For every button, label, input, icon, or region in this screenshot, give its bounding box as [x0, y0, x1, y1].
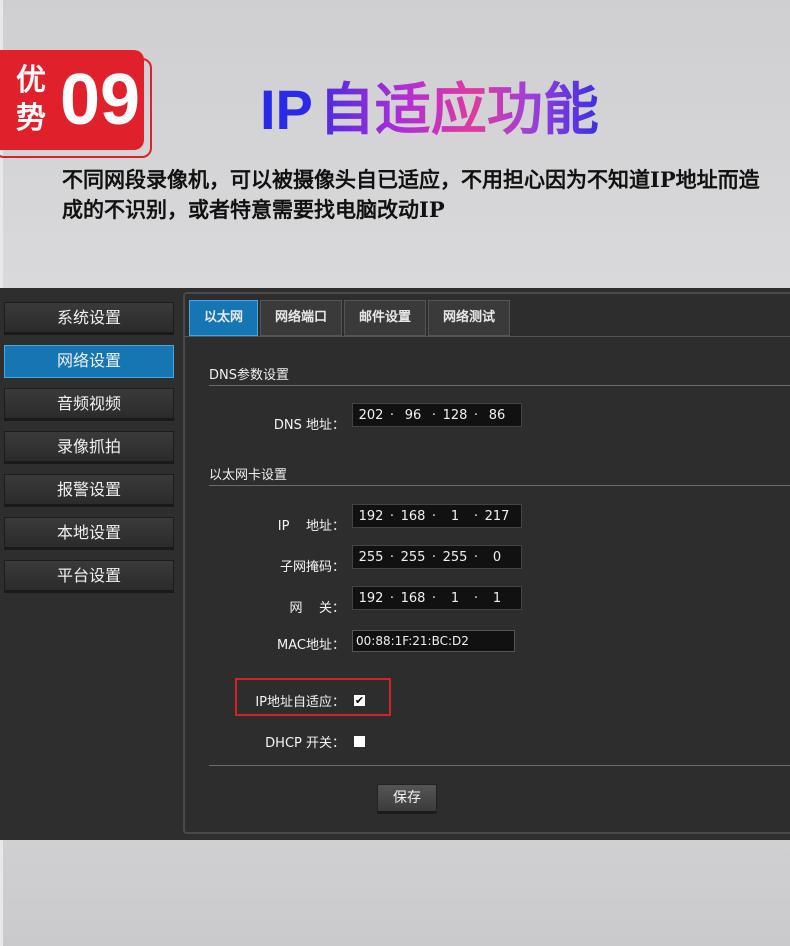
- gateway-input[interactable]: 192 · 168 · 1 · 1: [352, 586, 522, 610]
- ethernet-section-line: [209, 485, 790, 486]
- headline-ip: IP: [260, 78, 313, 141]
- gateway-octet-3: 1: [450, 590, 460, 606]
- ip-address-label: IP 地址：: [277, 519, 345, 534]
- ethernet-section-title: 以太网卡设置: [209, 468, 288, 483]
- sidebar-item-platform[interactable]: 平台设置: [4, 560, 174, 593]
- tab-ethernet[interactable]: 以太网: [189, 300, 259, 336]
- dns-octet-1: 202: [358, 407, 384, 423]
- subnet-mask-input[interactable]: 255 · 255 · 255 · 0: [352, 545, 522, 569]
- headline: IP 自适应功能: [260, 74, 599, 146]
- tab-network-test[interactable]: 网络测试: [428, 300, 511, 336]
- ip-address-input[interactable]: 192 · 168 · 1 · 217: [352, 504, 522, 528]
- ip-octet-3: 1: [450, 508, 460, 524]
- description: 不同网段录像机，可以被摄像头自已适应，不用担心因为不知道IP地址而造成的不识别，…: [62, 167, 760, 222]
- dns-octet-3: 128: [442, 407, 468, 423]
- subnet-octet-4: 0: [492, 549, 502, 565]
- ip-octet-2: 168: [400, 508, 426, 524]
- badge-chars: 优 势: [16, 62, 56, 138]
- sidebar-item-recording[interactable]: 录像抓拍: [4, 431, 174, 464]
- mac-address-label: MAC地址：: [277, 638, 345, 653]
- advantage-badge: 优 势 09: [0, 50, 144, 150]
- ip-octet-4: 217: [484, 508, 510, 524]
- badge-number: 09: [60, 60, 141, 140]
- subnet-octet-2: 255: [400, 549, 426, 565]
- sidebar-item-local[interactable]: 本地设置: [4, 517, 174, 550]
- ip-adaptive-label: IP地址自适应：: [255, 695, 345, 710]
- subnet-octet-3: 255: [442, 549, 468, 565]
- dns-octet-2: 96: [404, 407, 422, 423]
- dhcp-label: DHCP 开关：: [265, 736, 345, 751]
- tab-email[interactable]: 邮件设置: [344, 300, 427, 336]
- headline-text: 自适应功能: [318, 78, 599, 143]
- gateway-octet-1: 192: [358, 590, 384, 606]
- tab-network-port[interactable]: 网络端口: [260, 300, 343, 336]
- sidebar-item-network[interactable]: 网络设置: [4, 345, 174, 378]
- mac-address-field: 00:88:1F:21:BC:D2: [352, 630, 515, 652]
- dns-address-label: DNS 地址：: [273, 418, 345, 433]
- save-button[interactable]: 保存: [377, 784, 437, 814]
- dns-address-input[interactable]: 202 · 96 · 128 · 86: [352, 403, 522, 427]
- dns-section-title: DNS参数设置: [209, 368, 289, 383]
- sidebar: 系统设置 网络设置 音频视频 录像抓拍 报警设置 本地设置 平台设置: [4, 302, 174, 603]
- subnet-octet-1: 255: [358, 549, 384, 565]
- sidebar-item-alarm[interactable]: 报警设置: [4, 474, 174, 507]
- dhcp-checkbox[interactable]: [354, 736, 365, 747]
- ip-adaptive-checkbox[interactable]: ✔: [354, 695, 365, 706]
- form-divider: [209, 765, 790, 766]
- badge-char-2: 势: [16, 101, 46, 136]
- gateway-octet-4: 1: [492, 590, 502, 606]
- network-settings-panel: 以太网 网络端口 邮件设置 网络测试 DNS参数设置 DNS 地址： 202 · …: [183, 292, 790, 834]
- dns-octet-4: 86: [488, 407, 506, 423]
- settings-screenshot: 系统设置 网络设置 音频视频 录像抓拍 报警设置 本地设置 平台设置 以太网 网…: [0, 288, 790, 840]
- dns-section-line: [209, 385, 790, 386]
- tabs-divider: [185, 336, 790, 337]
- sidebar-item-system[interactable]: 系统设置: [4, 302, 174, 335]
- gateway-label: 网 关：: [289, 601, 345, 616]
- ip-octet-1: 192: [358, 508, 384, 524]
- gateway-octet-2: 168: [400, 590, 426, 606]
- subnet-mask-label: 子网掩码：: [279, 560, 345, 575]
- badge-char-1: 优: [16, 63, 46, 98]
- sidebar-item-audio-video[interactable]: 音频视频: [4, 388, 174, 421]
- tab-bar: 以太网 网络端口 邮件设置 网络测试: [189, 300, 512, 336]
